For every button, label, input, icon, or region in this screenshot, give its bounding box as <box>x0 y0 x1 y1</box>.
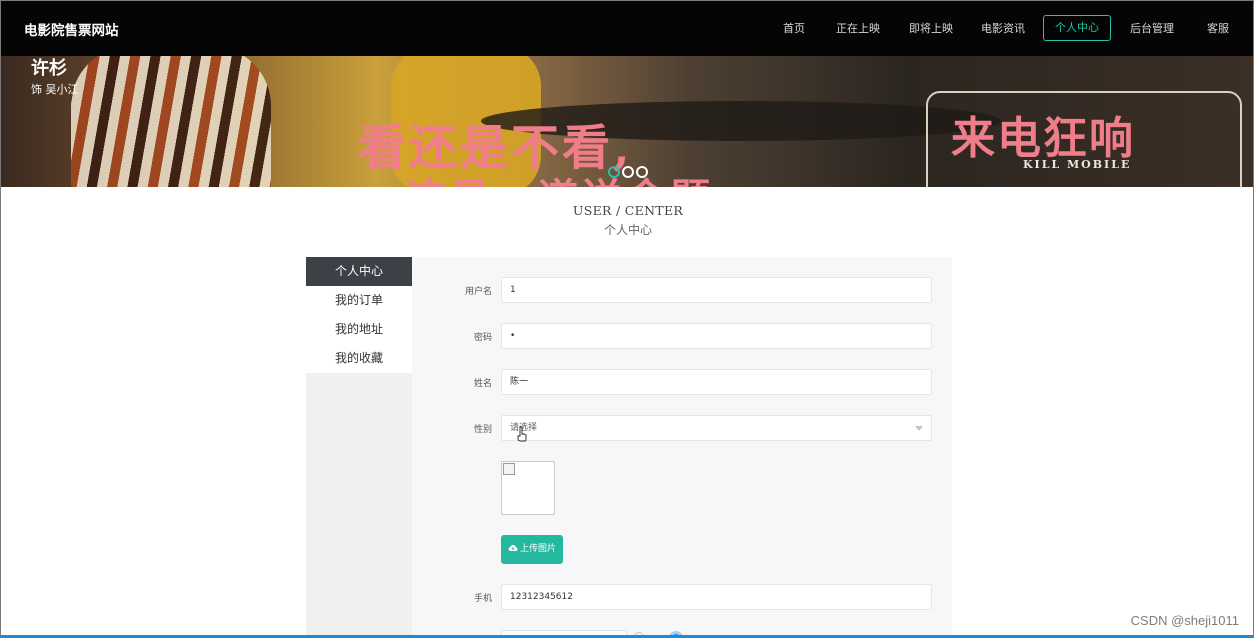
carousel-dot-2[interactable] <box>622 166 634 178</box>
banner-figure-shirt <box>71 56 271 187</box>
nav-home[interactable]: 首页 <box>783 16 805 42</box>
banner-slogan-line2: 这是一道送命题 <box>406 166 714 187</box>
page: 电影院售票网站 首页 正在上映 即将上映 电影资讯 个人中心 后台管理 客服 许… <box>0 0 1254 638</box>
top-navbar: 电影院售票网站 首页 正在上映 即将上映 电影资讯 个人中心 后台管理 客服 <box>1 1 1253 56</box>
nav-movie-news[interactable]: 电影资讯 <box>981 16 1025 42</box>
user-sidebar: 个人中心 我的订单 我的地址 我的收藏 <box>306 257 412 635</box>
watermark: CSDN @sheji1011 <box>1130 613 1239 628</box>
sidebar-item-addresses[interactable]: 我的地址 <box>306 315 412 344</box>
upload-image-button[interactable]: 上传图片 <box>501 535 563 564</box>
password-label: 密码 <box>473 333 492 343</box>
carousel-dot-1[interactable] <box>608 166 620 178</box>
gender-label: 性别 <box>473 425 492 435</box>
poster-subtitle: KILL MOBILE <box>1023 158 1132 171</box>
upload-image-label: 上传图片 <box>519 544 556 554</box>
nav-coming-soon[interactable]: 即将上映 <box>909 16 953 42</box>
sidebar-item-profile[interactable]: 个人中心 <box>306 257 412 286</box>
name-label: 姓名 <box>473 379 492 389</box>
sidebar-item-orders[interactable]: 我的订单 <box>306 286 412 315</box>
avatar-preview <box>501 461 555 515</box>
chevron-down-icon <box>915 426 923 431</box>
profile-form: 用户名 1 密码 • 姓名 陈一 性别 请选择 上传图片 手机 12312345… <box>412 257 952 635</box>
nav-customer-service[interactable]: 客服 <box>1207 16 1229 42</box>
sidebar-item-favorites[interactable]: 我的收藏 <box>306 344 412 373</box>
radio-option[interactable] <box>634 632 644 635</box>
carousel-dot-3[interactable] <box>636 166 648 178</box>
nav-now-showing[interactable]: 正在上映 <box>836 16 880 42</box>
banner-actor-name: 许杉 <box>31 58 67 79</box>
username-label: 用户名 <box>464 287 492 297</box>
site-brand[interactable]: 电影院售票网站 <box>24 19 119 39</box>
name-field[interactable]: 陈一 <box>501 369 932 395</box>
gender-select[interactable]: 请选择 <box>501 415 932 441</box>
password-field[interactable]: • <box>501 323 932 349</box>
nav-user-center[interactable]: 个人中心 <box>1043 15 1111 41</box>
username-field[interactable]: 1 <box>501 277 932 303</box>
next-field-partial[interactable] <box>501 630 627 635</box>
phone-field[interactable]: 12312345612 <box>501 584 932 610</box>
nav-admin[interactable]: 后台管理 <box>1130 16 1174 42</box>
hero-banner-carousel[interactable]: 许杉 饰 吴小江 看还是不看, 这是一道送命题 来电狂响 KILL MOBILE <box>1 56 1253 187</box>
section-title-cn: 个人中心 <box>603 223 652 237</box>
broken-image-icon <box>503 463 515 475</box>
cloud-upload-icon <box>508 545 518 551</box>
banner-actor-role: 饰 吴小江 <box>31 83 79 96</box>
poster-title: 来电狂响 <box>951 113 1135 164</box>
mouse-cursor-icon <box>517 426 527 442</box>
phone-label: 手机 <box>473 594 492 604</box>
banner-actor-caption: 许杉 饰 吴小江 <box>31 56 79 97</box>
section-title-en: USER / CENTER <box>572 203 684 218</box>
radio-option-selected[interactable] <box>669 631 683 635</box>
